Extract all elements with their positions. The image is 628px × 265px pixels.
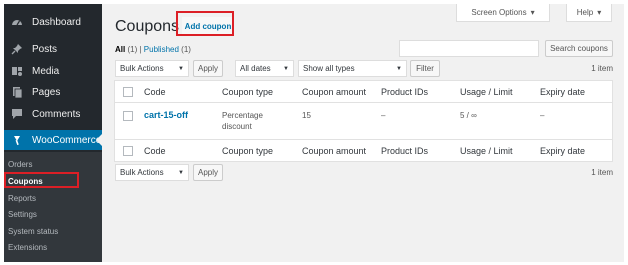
coupon-code-link[interactable]: cart-15-off [144,110,188,121]
submenu-item-reports[interactable]: Reports [8,192,36,206]
usage-limit-cell: 5 / ∞ [460,111,477,120]
chevron-down-icon: ▼ [396,65,402,72]
sidebar-item-label: Pages [32,86,61,98]
coupons-highlight-box [4,172,79,188]
column-header: Coupon type [222,146,274,156]
sidebar-item-media[interactable]: Media [4,61,102,81]
sidebar-item-dashboard[interactable]: Dashboard [4,12,102,32]
submenu-item-settings[interactable]: Settings [8,208,37,222]
screen-options-label: Screen Options [471,8,527,17]
column-header: Product IDs [381,146,429,156]
column-header: Product IDs [381,87,429,97]
filter-published-link[interactable]: Published [144,45,179,54]
dates-filter-select[interactable]: All dates ▼ [235,60,294,77]
woocommerce-submenu: Orders Coupons Reports Settings System s… [4,152,102,262]
sidebar-item-comments[interactable]: Comments [4,104,102,124]
woocommerce-icon [10,134,24,146]
sidebar-item-label: Posts [32,43,58,55]
sidebar-item-label: Dashboard [32,16,81,28]
help-label: Help [576,8,594,17]
admin-sidebar: Dashboard Posts Media Pages Comments Woo… [4,4,102,262]
filter-all-link[interactable]: All [115,45,125,54]
coupon-type-line: Percentage [222,111,263,120]
select-all-checkbox[interactable] [123,146,133,156]
chevron-down-icon: ▼ [178,169,184,176]
table-footer: Code Coupon type Coupon amount Product I… [115,139,612,161]
sidebar-item-label: WooCommerce [32,134,102,146]
comment-icon [10,108,24,120]
bulk-actions-select[interactable]: Bulk Actions ▼ [115,60,189,77]
column-header: Usage / Limit [460,87,513,97]
coupon-type-select[interactable]: Show all types ▼ [298,60,407,77]
filter-separator: | [139,45,142,54]
submenu-item-extensions[interactable]: Extensions [8,241,47,255]
column-header: Usage / Limit [460,146,513,156]
expiry-date-cell: – [540,111,545,120]
coupon-type-cell: Percentage discount [222,110,263,132]
apply-button[interactable]: Apply [193,60,223,77]
column-header[interactable]: Code [144,146,166,156]
column-header: Coupon amount [302,87,367,97]
caret-down-icon: ▾ [530,8,535,17]
filter-published-count: (1) [181,45,191,54]
sidebar-item-pages[interactable]: Pages [4,82,102,102]
chevron-down-icon: ▼ [283,65,289,72]
screen-options-button[interactable]: Screen Options ▾ [456,4,550,22]
column-header: Coupon amount [302,146,367,156]
sidebar-item-label: Comments [32,108,81,120]
sidebar-item-label: Media [32,65,60,77]
filter-all-count: (1) [127,45,138,54]
add-coupon-highlight-box [176,11,234,36]
coupons-table: Code Coupon type Coupon amount Product I… [114,80,613,162]
product-ids-cell: – [381,111,386,120]
main-content: Screen Options ▾ Help ▾ Coupons Add coup… [102,4,624,262]
help-button[interactable]: Help ▾ [566,4,612,22]
pin-icon [10,43,24,55]
status-filter-links: All (1) | Published (1) [115,45,191,54]
dates-filter-value: All dates [240,64,271,73]
items-count: 1 item [591,64,613,73]
bulk-actions-value: Bulk Actions [120,168,164,177]
column-header[interactable]: Code [144,87,166,97]
filter-button[interactable]: Filter [410,60,440,77]
column-header[interactable]: Expiry date [540,146,585,156]
search-input[interactable] [399,40,539,57]
column-header: Coupon type [222,87,274,97]
search-coupons-button[interactable]: Search coupons [545,40,613,57]
select-all-checkbox[interactable] [123,87,133,97]
submenu-item-orders[interactable]: Orders [8,158,32,172]
caret-down-icon: ▾ [597,8,602,17]
chevron-down-icon: ▼ [178,65,184,72]
bulk-actions-select-bottom[interactable]: Bulk Actions ▼ [115,164,189,181]
coupon-type-value: Show all types [303,64,355,73]
coupon-amount-cell: 15 [302,111,311,120]
row-checkbox[interactable] [123,111,133,121]
page-title: Coupons [115,18,180,35]
bulk-actions-value: Bulk Actions [120,64,164,73]
page-icon [10,86,24,98]
items-count-bottom: 1 item [591,168,613,177]
column-header[interactable]: Expiry date [540,87,585,97]
sidebar-item-woocommerce[interactable]: WooCommerce [4,130,102,150]
table-header: Code Coupon type Coupon amount Product I… [115,81,612,103]
submenu-item-system-status[interactable]: System status [8,225,58,239]
apply-button-bottom[interactable]: Apply [193,164,223,181]
sidebar-item-posts[interactable]: Posts [4,39,102,59]
coupon-type-line: discount [222,122,252,131]
dashboard-icon [10,16,24,28]
media-icon [10,65,24,77]
